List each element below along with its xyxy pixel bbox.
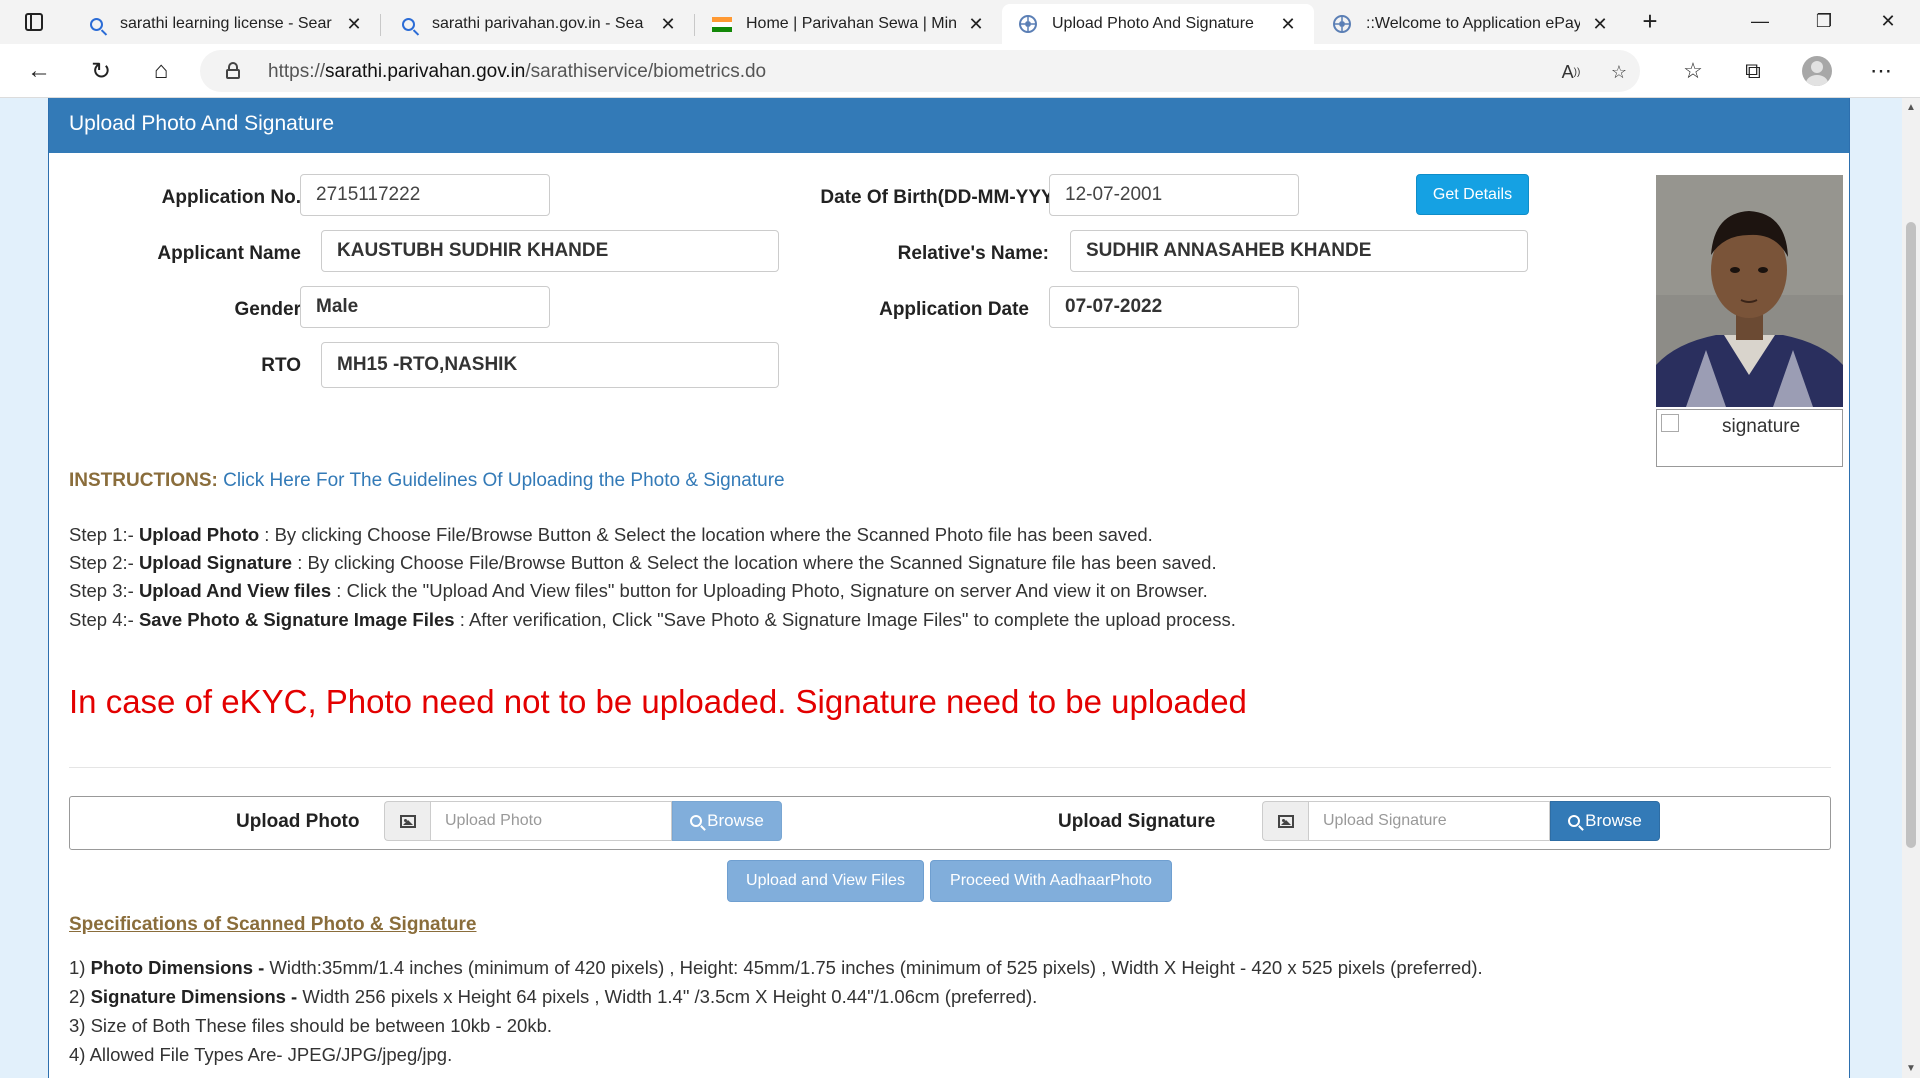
close-icon[interactable]: ✕: [656, 12, 680, 36]
applicant-photo: [1656, 175, 1843, 407]
signature-alt-text: signature: [1722, 416, 1801, 437]
page-viewport: Upload Photo And Signature Application N…: [0, 98, 1920, 1078]
page-scrollbar[interactable]: ▲ ▼: [1902, 98, 1920, 1078]
profile-avatar[interactable]: [1800, 54, 1834, 88]
tab-title: ::Welcome to Application ePay: [1366, 15, 1580, 32]
tab-sarathi-gov-search[interactable]: sarathi parivahan.gov.in - Sea ✕: [382, 4, 694, 44]
close-icon[interactable]: ✕: [342, 12, 366, 36]
search-icon: [86, 14, 106, 34]
spec-title-link[interactable]: Specifications of Scanned Photo & Signat…: [69, 914, 477, 936]
spec-1: 1) Photo Dimensions - Width:35mm/1.4 inc…: [69, 957, 1483, 978]
application-date-label: Application Date: [879, 299, 1029, 320]
refresh-icon[interactable]: ↻: [84, 54, 118, 88]
tab-sarathi-learning-search[interactable]: sarathi learning license - Sear ✕: [70, 4, 380, 44]
search-icon: [1568, 815, 1581, 827]
tab-title: Upload Photo And Signature: [1052, 15, 1254, 32]
instructions-line: INSTRUCTIONS: Click Here For The Guideli…: [69, 470, 785, 492]
get-details-button[interactable]: Get Details: [1416, 174, 1529, 215]
upload-and-view-button[interactable]: Upload and View Files: [727, 860, 924, 902]
tab-title: Home | Parivahan Sewa | Mini: [746, 15, 956, 32]
proceed-aadhaar-button[interactable]: Proceed With AadhaarPhoto: [930, 860, 1172, 902]
rto-field[interactable]: MH15 -RTO,NASHIK: [321, 342, 779, 388]
collections-icon[interactable]: ⧉: [1736, 54, 1770, 88]
restore-icon[interactable]: ❐: [1804, 6, 1844, 36]
add-favorite-icon[interactable]: ☆: [1606, 60, 1632, 84]
relative-name-label: Relative's Name:: [897, 243, 1049, 264]
new-tab-icon[interactable]: +: [1636, 8, 1664, 36]
tab-upload-photo-signature[interactable]: Upload Photo And Signature ✕: [1002, 4, 1314, 44]
browse-photo-button[interactable]: Browse: [672, 801, 782, 841]
divider: [69, 767, 1831, 768]
relative-name-field[interactable]: SUDHIR ANNASAHEB KHANDE: [1070, 230, 1528, 272]
dob-field[interactable]: 12-07-2001: [1049, 174, 1299, 216]
home-icon[interactable]: ⌂: [144, 54, 178, 88]
upload-photo-group: Upload Photo Browse: [384, 801, 782, 841]
search-icon: [690, 815, 703, 827]
spec-4: 4) Allowed File Types Are- JPEG/JPG/jpeg…: [69, 1044, 453, 1065]
step-3: Step 3:- Upload And View files : Click t…: [69, 580, 1208, 601]
upload-signature-label: Upload Signature: [1058, 811, 1216, 832]
address-toolbar: ← ↻ ⌂ https://sarathi.parivahan.gov.in/s…: [0, 44, 1920, 98]
scroll-thumb[interactable]: [1906, 222, 1916, 848]
tab-title: sarathi parivahan.gov.in - Sea: [432, 15, 644, 32]
step-1: Step 1:- Upload Photo : By clicking Choo…: [69, 524, 1153, 545]
application-date-field[interactable]: 07-07-2022: [1049, 286, 1299, 328]
tab-separator: [380, 14, 381, 36]
more-menu-icon[interactable]: ⋯: [1864, 54, 1898, 88]
tab-parivahan-home[interactable]: Home | Parivahan Sewa | Mini ✕: [696, 4, 1002, 44]
application-no-field[interactable]: 2715117222: [300, 174, 550, 216]
spec-2: 2) Signature Dimensions - Width 256 pixe…: [69, 986, 1038, 1007]
window-close-icon[interactable]: ✕: [1868, 6, 1908, 36]
upload-signature-group: Upload Signature Browse: [1262, 801, 1660, 841]
instructions-key: INSTRUCTIONS:: [69, 470, 218, 491]
step-4: Step 4:- Save Photo & Signature Image Fi…: [69, 609, 1236, 630]
signature-image: signature: [1656, 409, 1843, 467]
broken-image-icon: [1661, 414, 1679, 432]
parivahan-icon: [1332, 14, 1352, 34]
upload-photo-label: Upload Photo: [236, 811, 360, 832]
gender-field[interactable]: Male: [300, 286, 550, 328]
back-icon[interactable]: ←: [22, 54, 56, 88]
tab-strip: sarathi learning license - Sear ✕ sarath…: [0, 0, 1920, 44]
close-icon[interactable]: ✕: [964, 12, 988, 36]
panel-title: Upload Photo And Signature: [49, 98, 1849, 153]
tab-welcome-epay[interactable]: ::Welcome to Application ePay ✕: [1316, 4, 1626, 44]
upload-panel: Upload Photo And Signature Application N…: [48, 98, 1850, 1078]
tab-title: sarathi learning license - Sear: [120, 15, 332, 32]
scroll-down-icon[interactable]: ▼: [1906, 1063, 1916, 1074]
dob-label: Date Of Birth(DD-MM-YYYY):: [820, 187, 1079, 208]
favorites-icon[interactable]: ☆: [1676, 54, 1710, 88]
read-aloud-icon[interactable]: A)): [1558, 60, 1584, 84]
india-flag-icon: [712, 14, 732, 34]
tab-separator: [694, 14, 695, 36]
tab-actions-icon[interactable]: [14, 9, 54, 35]
ekyc-warning: In case of eKYC, Photo need not to be up…: [69, 683, 1247, 720]
spec-3: 3) Size of Both These files should be be…: [69, 1015, 553, 1036]
url-bar[interactable]: https://sarathi.parivahan.gov.in/sarathi…: [200, 50, 1640, 92]
parivahan-icon: [1018, 14, 1038, 34]
step-2: Step 2:- Upload Signature : By clicking …: [69, 552, 1217, 573]
upload-row: Upload Photo Upload Photo Browse Upload …: [69, 796, 1831, 850]
gender-label: Gender: [234, 299, 301, 320]
upload-photo-input[interactable]: Upload Photo: [430, 801, 672, 841]
rto-label: RTO: [261, 355, 301, 376]
close-icon[interactable]: ✕: [1588, 12, 1612, 36]
applicant-name-field[interactable]: KAUSTUBH SUDHIR KHANDE: [321, 230, 779, 272]
close-icon[interactable]: ✕: [1276, 12, 1300, 36]
applicant-name-label: Applicant Name: [157, 243, 301, 264]
application-no-label: Application No.: [161, 187, 301, 208]
url-text[interactable]: https://sarathi.parivahan.gov.in/sarathi…: [268, 61, 766, 83]
guidelines-link[interactable]: Click Here For The Guidelines Of Uploadi…: [223, 470, 785, 491]
image-icon: [1262, 801, 1308, 841]
search-icon: [398, 14, 418, 34]
lock-icon[interactable]: [226, 62, 240, 79]
browse-signature-button[interactable]: Browse: [1550, 801, 1660, 841]
upload-signature-input[interactable]: Upload Signature: [1308, 801, 1550, 841]
minimize-icon[interactable]: —: [1740, 6, 1780, 36]
scroll-up-icon[interactable]: ▲: [1906, 102, 1916, 113]
image-icon: [384, 801, 430, 841]
